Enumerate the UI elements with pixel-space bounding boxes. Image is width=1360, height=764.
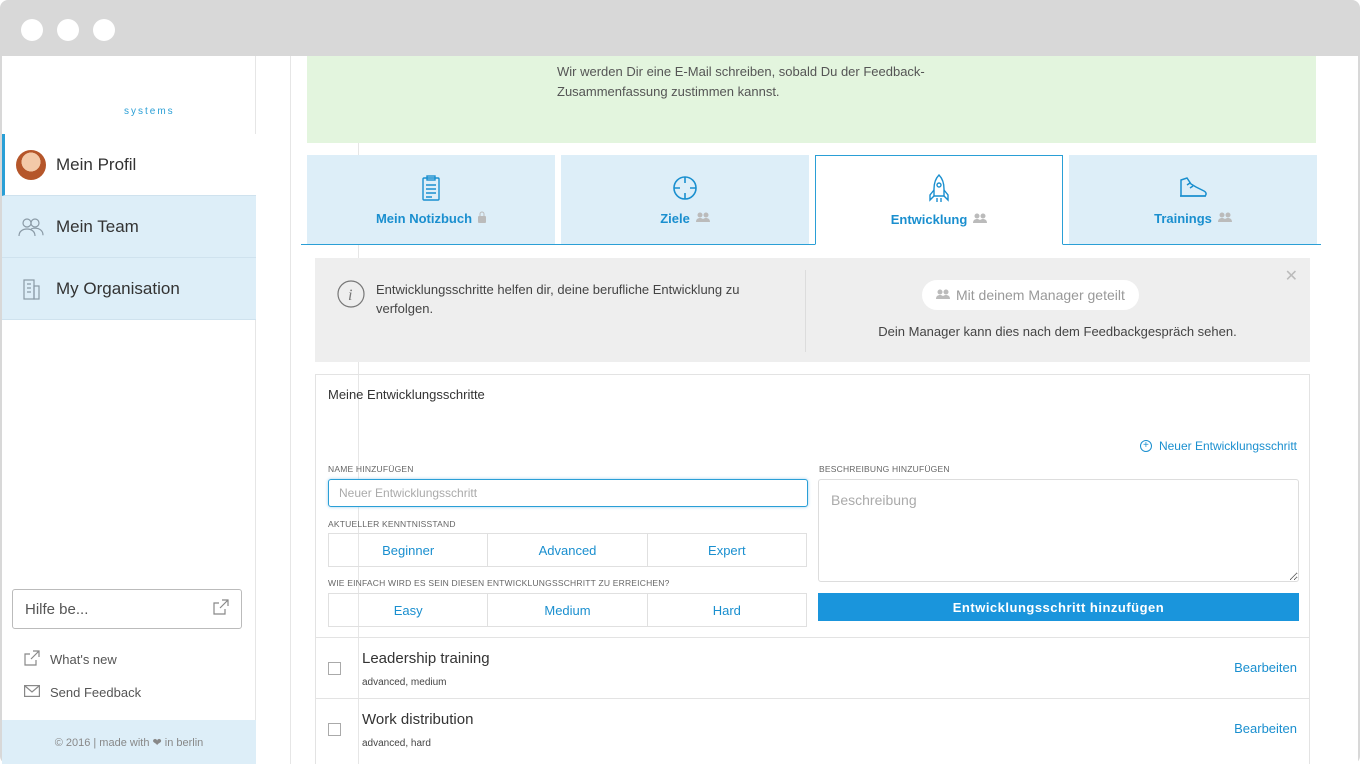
- info-icon: i: [337, 280, 365, 313]
- plus-circle-icon: +: [1139, 440, 1152, 452]
- notebook-icon: [421, 173, 441, 203]
- avatar: [16, 149, 46, 180]
- tab-entwicklung[interactable]: Entwicklung: [815, 155, 1063, 245]
- close-icon[interactable]: ✕: [1285, 266, 1298, 286]
- app-viewport: loopline systems Mein Profil Mein Team: [2, 56, 1358, 764]
- mail-icon: [24, 685, 41, 700]
- level-option-beginner[interactable]: Beginner: [329, 534, 489, 566]
- development-steps-panel: Meine Entwicklungsschritte + Neuer Entwi…: [315, 374, 1310, 764]
- logo[interactable]: loopline systems: [70, 78, 458, 764]
- list-item: Work distribution advanced, hard Bearbei…: [316, 698, 1309, 759]
- shoe-icon: [1178, 173, 1208, 203]
- step-checkbox[interactable]: [328, 723, 341, 736]
- add-step-button[interactable]: Entwicklungsschritt hinzufügen: [818, 593, 1299, 621]
- lock-icon: [478, 211, 487, 226]
- team-icon: [16, 212, 46, 242]
- svg-text:i: i: [348, 287, 352, 304]
- step-checkbox[interactable]: [328, 662, 341, 675]
- level-selector: Beginner Advanced Expert: [328, 533, 807, 567]
- sidebar-item-label: Mein Profil: [56, 154, 137, 174]
- level-option-expert[interactable]: Expert: [648, 534, 806, 566]
- info-box: i Entwicklungsschritte helfen dir, deine…: [315, 258, 1310, 362]
- ease-selector: Easy Medium Hard: [328, 593, 807, 627]
- name-label: NAME HINZUFÜGEN: [328, 464, 414, 474]
- shared-people-icon: [973, 213, 988, 226]
- window-close-dot[interactable]: [21, 19, 43, 41]
- whats-new-link[interactable]: What's new: [24, 650, 117, 669]
- shared-people-icon: [695, 212, 710, 225]
- edit-link[interactable]: Bearbeiten: [1234, 660, 1297, 675]
- building-icon: [16, 274, 46, 304]
- shared-with-manager-badge: Mit deinem Manager geteilt: [922, 280, 1139, 310]
- level-option-advanced[interactable]: Advanced: [488, 534, 648, 566]
- window-minimize-dot[interactable]: [57, 19, 79, 41]
- tab-ziele[interactable]: Ziele: [561, 155, 809, 244]
- sidebar-item-my-organisation[interactable]: My Organisation: [2, 258, 256, 320]
- tab-bar: Mein Notizbuch Ziele Entwicklung Trainin…: [301, 155, 1321, 245]
- ease-option-easy[interactable]: Easy: [329, 594, 489, 626]
- target-icon: [672, 173, 698, 203]
- shared-people-icon: [1217, 212, 1232, 225]
- sidebar-footer: © 2016 | made with ❤ in berlin: [2, 720, 256, 764]
- new-step-link[interactable]: + Neuer Entwicklungsschritt: [1139, 439, 1297, 453]
- help-search-input[interactable]: Hilfe be...: [12, 589, 242, 629]
- sidebar-item-mein-team[interactable]: Mein Team: [2, 196, 256, 258]
- sidebar-item-label: My Organisation: [56, 278, 180, 298]
- sidebar-nav: Mein Profil Mein Team My Organisation: [2, 134, 256, 320]
- step-title: Leadership training: [362, 650, 490, 667]
- panel-title: Meine Entwicklungsschritte: [328, 387, 485, 402]
- rocket-icon: [929, 173, 949, 204]
- list-item: Leadership training advanced, medium Bea…: [316, 637, 1309, 698]
- ease-option-hard[interactable]: Hard: [648, 594, 806, 626]
- tab-mein-notizbuch[interactable]: Mein Notizbuch: [307, 155, 555, 244]
- window-titlebar: [0, 0, 1360, 56]
- shared-people-icon: [936, 289, 950, 302]
- external-link-icon: [24, 650, 40, 669]
- ease-option-medium[interactable]: Medium: [488, 594, 648, 626]
- step-title: Work distribution: [362, 711, 474, 728]
- step-meta: advanced, medium: [362, 677, 447, 688]
- step-name-input[interactable]: [328, 479, 808, 507]
- sidebar-item-label: Mein Team: [56, 216, 139, 236]
- level-label: AKTUELLER KENNTNISSTAND: [328, 519, 456, 529]
- window-maximize-dot[interactable]: [93, 19, 115, 41]
- description-label: BESCHREIBUNG HINZUFÜGEN: [819, 464, 950, 474]
- sidebar-item-mein-profil[interactable]: Mein Profil: [2, 134, 256, 196]
- sidebar: loopline systems Mein Profil Mein Team: [2, 56, 458, 764]
- step-meta: advanced, hard: [362, 738, 431, 749]
- browser-window: loopline systems Mein Profil Mein Team: [0, 0, 1360, 764]
- ease-label: WIE EINFACH WIRD ES SEIN DIESEN ENTWICKL…: [328, 578, 670, 588]
- notice-banner: Wir werden Dir eine E-Mail schreiben, so…: [307, 56, 1316, 143]
- edit-link[interactable]: Bearbeiten: [1234, 721, 1297, 736]
- send-feedback-link[interactable]: Send Feedback: [24, 685, 141, 700]
- main-content: Wir werden Dir eine E-Mail schreiben, so…: [290, 56, 1358, 764]
- external-link-icon: [213, 599, 229, 619]
- tab-trainings[interactable]: Trainings: [1069, 155, 1317, 244]
- description-textarea[interactable]: [818, 479, 1299, 582]
